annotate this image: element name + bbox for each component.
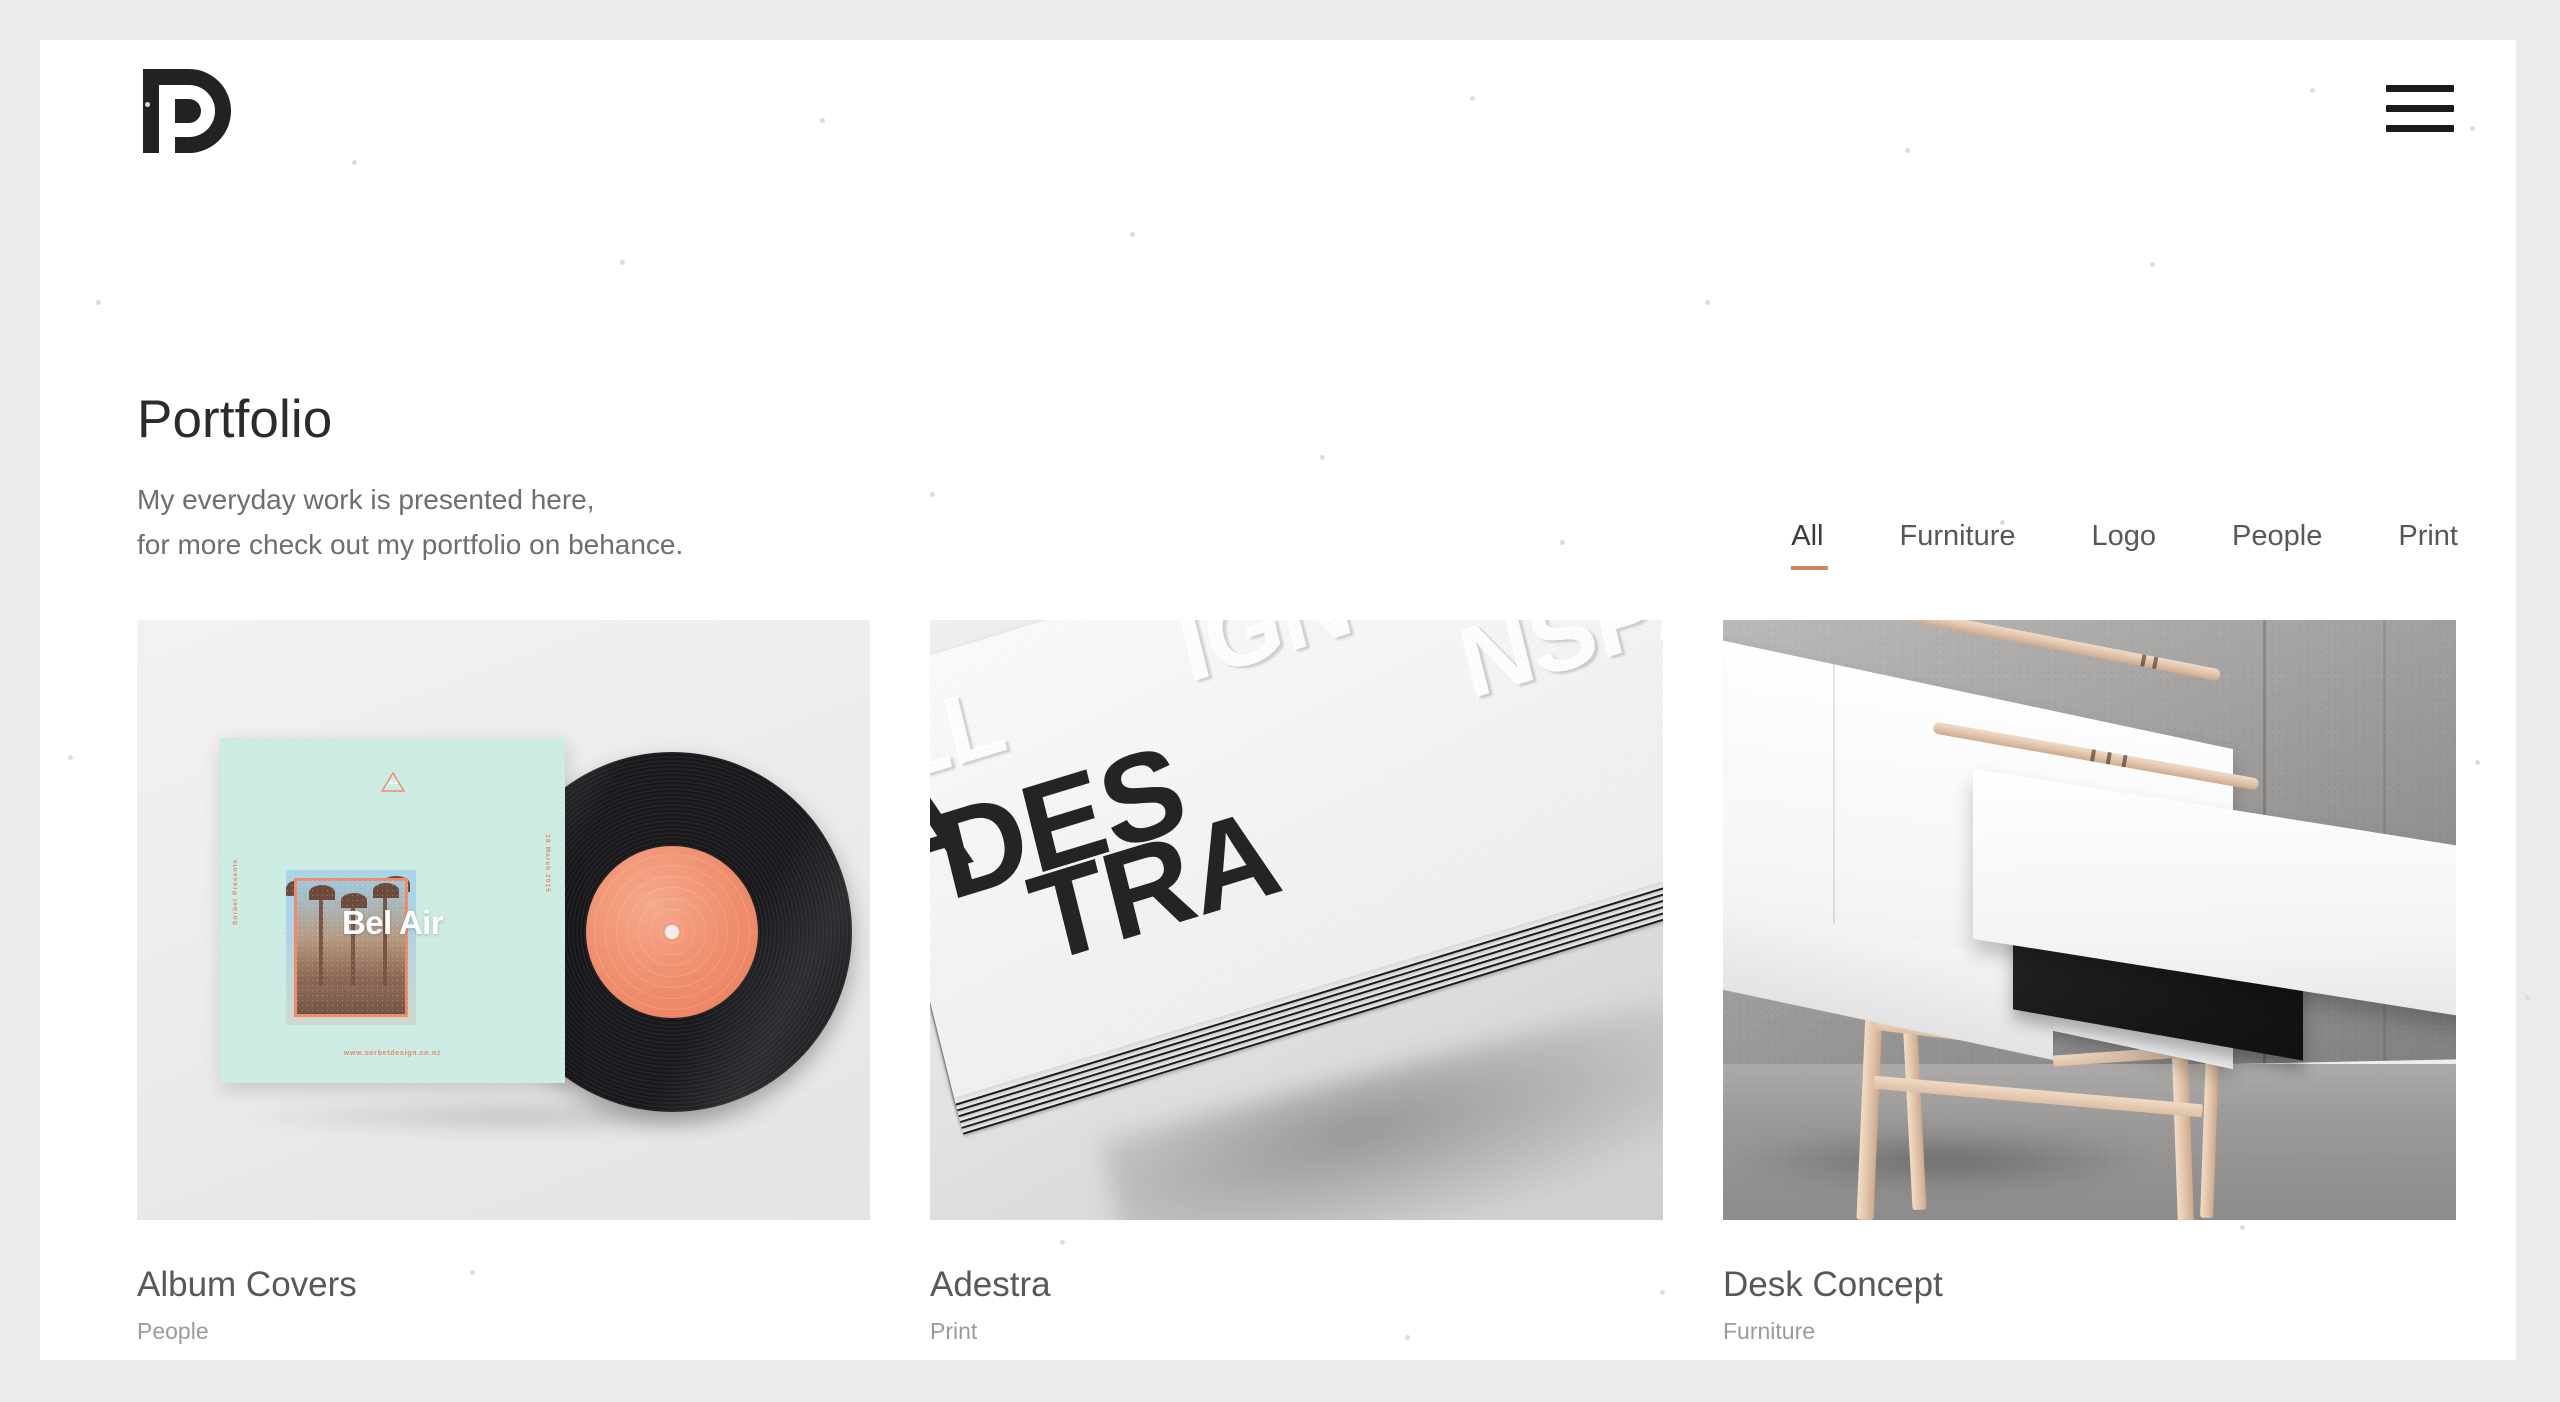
intro-line-2: for more check out my portfolio on behan…	[137, 529, 684, 561]
vinyl-spindle-hole	[665, 925, 679, 939]
portfolio-filter-nav: All Furniture Logo People Print	[1753, 518, 2458, 570]
filter-tab-people-label: People	[2232, 520, 2323, 552]
content-panel: Portfolio My everyday work is presented …	[40, 40, 2516, 1360]
mountain-triangle-icon	[380, 771, 405, 792]
filter-tab-logo-label: Logo	[2091, 520, 2157, 552]
sleeve-website-url: www.sorbetdesign.co.nz	[343, 1050, 442, 1057]
album-sleeve: Sorbet Presents 18 March 2015 Bel Air ww…	[220, 738, 565, 1083]
sleeve-photo-frame	[294, 878, 408, 1017]
filter-tab-people[interactable]: People	[2194, 518, 2360, 556]
page-background: Portfolio My everyday work is presented …	[0, 0, 2560, 1402]
filter-tab-all[interactable]: All	[1753, 518, 1861, 570]
desk-photo-artwork	[1723, 620, 2456, 1220]
project-category-adestra: Print	[930, 1318, 978, 1344]
intro-block: Portfolio My everyday work is presented …	[137, 390, 1237, 568]
intro-description: My everyday work is presented here, for …	[137, 477, 1237, 568]
page-title: Portfolio	[137, 390, 333, 449]
hamburger-bar-2	[2386, 104, 2454, 112]
project-title-album-covers: Album Covers	[137, 1265, 357, 1304]
sleeve-right-caption: 18 March 2015	[544, 834, 551, 893]
project-thumbnail-album-covers[interactable]: Sorbet Presents 18 March 2015 Bel Air ww…	[137, 620, 870, 1220]
project-thumbnail-adestra[interactable]: LL IGN NSPARE A DES TRA	[930, 620, 1663, 1220]
sleeve-photo-backdrop	[286, 870, 416, 1025]
project-card-desk-concept[interactable]: Desk Concept Furniture	[1723, 620, 2456, 1345]
intro-line-1: My everyday work is presented here,	[137, 483, 595, 515]
filter-tab-print[interactable]: Print	[2360, 518, 2458, 556]
portfolio-grid: Sorbet Presents 18 March 2015 Bel Air ww…	[137, 620, 2457, 1345]
filter-tab-print-label: Print	[2398, 520, 2458, 552]
site-header	[40, 40, 2516, 190]
letterpress-artwork: LL IGN NSPARE A DES TRA	[930, 620, 1663, 1220]
logo-p-icon[interactable]	[137, 65, 233, 161]
filter-tab-furniture-label: Furniture	[1899, 520, 2016, 552]
sleeve-album-title: Bel Air	[342, 904, 444, 941]
filter-tab-furniture[interactable]: Furniture	[1861, 518, 2053, 556]
embossed-text-nspare: NSPARE	[1451, 620, 1663, 721]
filter-active-underline	[1791, 565, 1829, 570]
project-title-desk-concept: Desk Concept	[1723, 1265, 1943, 1304]
project-card-album-covers[interactable]: Sorbet Presents 18 March 2015 Bel Air ww…	[137, 620, 870, 1345]
hamburger-bar-1	[2386, 84, 2454, 92]
inked-text-tra: TRA	[1017, 782, 1292, 990]
project-thumbnail-desk-concept[interactable]	[1723, 620, 2456, 1220]
project-card-adestra[interactable]: LL IGN NSPARE A DES TRA Adestra Prin	[930, 620, 1663, 1345]
inked-text-des: DES	[930, 718, 1198, 927]
embossed-text-ign: IGN	[1168, 620, 1364, 705]
filter-tab-logo[interactable]: Logo	[2054, 518, 2195, 556]
hamburger-bar-3	[2386, 124, 2454, 132]
project-title-adestra: Adestra	[930, 1265, 1051, 1304]
album-cover-artwork: Sorbet Presents 18 March 2015 Bel Air ww…	[137, 620, 870, 1220]
desk-floor-shadow	[1733, 1130, 2153, 1190]
inked-text-a: A	[930, 753, 983, 914]
project-category-desk-concept: Furniture	[1723, 1318, 1816, 1344]
filter-tab-all-label: All	[1791, 520, 1824, 552]
project-category-album-covers: People	[137, 1318, 209, 1344]
embossed-text-ll: LL	[930, 666, 1016, 805]
hamburger-menu-icon[interactable]	[2382, 80, 2458, 136]
sleeve-photo-road	[297, 986, 405, 1014]
